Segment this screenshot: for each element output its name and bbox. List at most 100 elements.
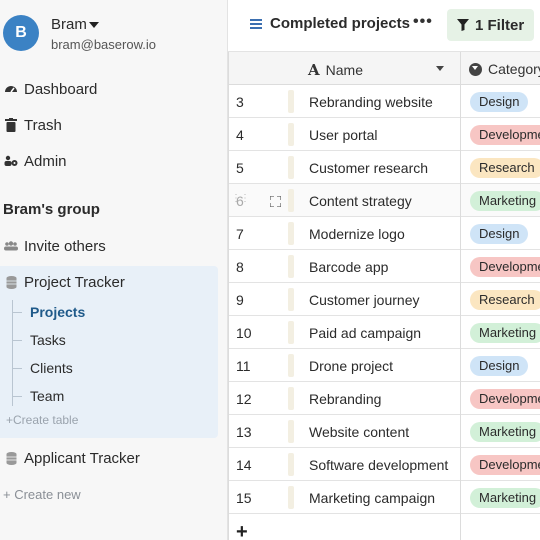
cell-name[interactable]: Drone project: [309, 358, 393, 374]
user-email: bram@baserow.io: [51, 37, 156, 52]
add-row-button[interactable]: +: [236, 522, 248, 540]
cell-name[interactable]: Marketing campaign: [309, 490, 435, 506]
create-new-link[interactable]: + Create new: [3, 487, 81, 502]
category-badge[interactable]: Development: [470, 125, 540, 145]
nav-dashboard-label: Dashboard: [24, 80, 98, 98]
table-row[interactable]: 15 Marketing campaign Marketing: [228, 481, 540, 514]
invite-others-label: Invite others: [24, 237, 106, 255]
cell-name[interactable]: Customer journey: [309, 292, 420, 308]
avatar[interactable]: B: [3, 15, 39, 51]
user-menu[interactable]: B Bram bram@baserow.io: [0, 0, 228, 66]
row-marker: [288, 420, 294, 443]
row-marker: [288, 90, 294, 113]
category-badge[interactable]: Research: [470, 290, 540, 310]
nav-admin[interactable]: Admin: [0, 147, 228, 175]
category-badge[interactable]: Design: [470, 92, 529, 112]
table-projects[interactable]: Projects: [30, 304, 85, 320]
table-row[interactable]: 12 Rebranding Development: [228, 382, 540, 415]
group-title[interactable]: Bram's group: [3, 201, 100, 218]
category-badge[interactable]: Development: [470, 257, 540, 277]
grid-view: A Name Category 3 Rebranding website Desig…: [228, 52, 540, 540]
hamburger-icon: [250, 18, 262, 29]
text-field-icon: A: [308, 61, 320, 79]
table-row[interactable]: 4 User portal Development: [228, 118, 540, 151]
table-row[interactable]: 8 Barcode app Development: [228, 250, 540, 283]
row-marker: [288, 255, 294, 278]
cell-name[interactable]: Rebranding website: [309, 94, 433, 110]
tree-line: [12, 300, 13, 406]
filter-button[interactable]: 1 Filter: [447, 9, 535, 41]
column-menu-caret-icon[interactable]: [436, 66, 444, 71]
user-group-icon: [4, 239, 18, 253]
cell-name[interactable]: Modernize logo: [309, 226, 405, 242]
view-selector[interactable]: Completed projects: [250, 15, 410, 32]
nav-trash[interactable]: Trash: [0, 111, 228, 139]
column-divider: [460, 52, 461, 540]
column-header-row: A Name Category: [228, 52, 540, 85]
database-applicant-tracker[interactable]: Applicant Tracker: [0, 444, 228, 472]
table-row[interactable]: 7 Modernize logo Design: [228, 217, 540, 250]
dashboard-icon: [4, 82, 18, 96]
column-header-name[interactable]: A Name: [308, 61, 363, 79]
category-badge[interactable]: Marketing: [470, 191, 540, 211]
row-id: 13: [236, 424, 252, 440]
category-badge[interactable]: Marketing: [470, 422, 540, 442]
table-row[interactable]: ⋮⋮ 6 Content strategy Marketing: [228, 184, 540, 217]
table-row[interactable]: 9 Customer journey Research: [228, 283, 540, 316]
filter-label: 1 Filter: [475, 16, 525, 34]
category-badge[interactable]: Marketing: [470, 488, 540, 508]
grid-border: [228, 52, 229, 540]
table-tasks[interactable]: Tasks: [30, 332, 66, 348]
tree-branch: [12, 340, 22, 341]
expand-row-icon[interactable]: [269, 194, 282, 208]
invite-others[interactable]: Invite others: [0, 232, 228, 260]
nav-dashboard[interactable]: Dashboard: [0, 75, 228, 103]
caret-down-icon[interactable]: [89, 22, 99, 28]
column-category-label: Category: [488, 61, 540, 77]
cell-name[interactable]: Barcode app: [309, 259, 388, 275]
row-id: 11: [236, 358, 251, 374]
row-marker: [288, 222, 294, 245]
cell-name[interactable]: Content strategy: [309, 193, 412, 209]
table-team[interactable]: Team: [30, 388, 64, 404]
tree-branch: [12, 368, 22, 369]
row-marker: [288, 189, 294, 212]
view-name: Completed projects: [270, 15, 411, 32]
table-row[interactable]: 3 Rebranding website Design: [228, 85, 540, 118]
table-row[interactable]: 11 Drone project Design: [228, 349, 540, 382]
table-row[interactable]: 13 Website content Marketing: [228, 415, 540, 448]
table-row[interactable]: 5 Customer research Research: [228, 151, 540, 184]
create-table-link[interactable]: +Create table: [6, 413, 78, 427]
more-options-icon[interactable]: •••: [413, 13, 433, 31]
row-marker: [288, 123, 294, 146]
row-marker: [288, 354, 294, 377]
database-icon: [4, 275, 18, 289]
cell-name[interactable]: Customer research: [309, 160, 428, 176]
row-id: 7: [236, 226, 244, 242]
table-row[interactable]: 14 Software development Development: [228, 448, 540, 481]
row-id: 4: [236, 127, 244, 143]
category-badge[interactable]: Research: [470, 158, 540, 178]
category-badge[interactable]: Marketing: [470, 323, 540, 343]
category-badge[interactable]: Development: [470, 455, 540, 475]
table-clients[interactable]: Clients: [30, 360, 73, 376]
database-label: Applicant Tracker: [24, 449, 140, 467]
cell-name[interactable]: Rebranding: [309, 391, 381, 407]
user-name[interactable]: Bram: [51, 16, 87, 33]
database-project-tracker[interactable]: Project Tracker: [0, 268, 228, 296]
plus-icon: +: [6, 413, 14, 427]
category-badge[interactable]: Design: [470, 356, 529, 376]
sidebar: B Bram bram@baserow.io Dashboard Trash A…: [0, 0, 228, 540]
column-header-category[interactable]: Category: [469, 61, 540, 77]
row-id: 15: [236, 490, 252, 506]
cell-name[interactable]: User portal: [309, 127, 377, 143]
cell-name[interactable]: Software development: [309, 457, 448, 473]
cell-name[interactable]: Paid ad campaign: [309, 325, 421, 341]
category-badge[interactable]: Design: [470, 224, 529, 244]
database-label: Project Tracker: [24, 273, 125, 291]
category-badge[interactable]: Development: [470, 389, 540, 409]
cell-name[interactable]: Website content: [309, 424, 409, 440]
row-marker: [288, 387, 294, 410]
table-row[interactable]: 10 Paid ad campaign Marketing: [228, 316, 540, 349]
row-marker: [288, 453, 294, 476]
